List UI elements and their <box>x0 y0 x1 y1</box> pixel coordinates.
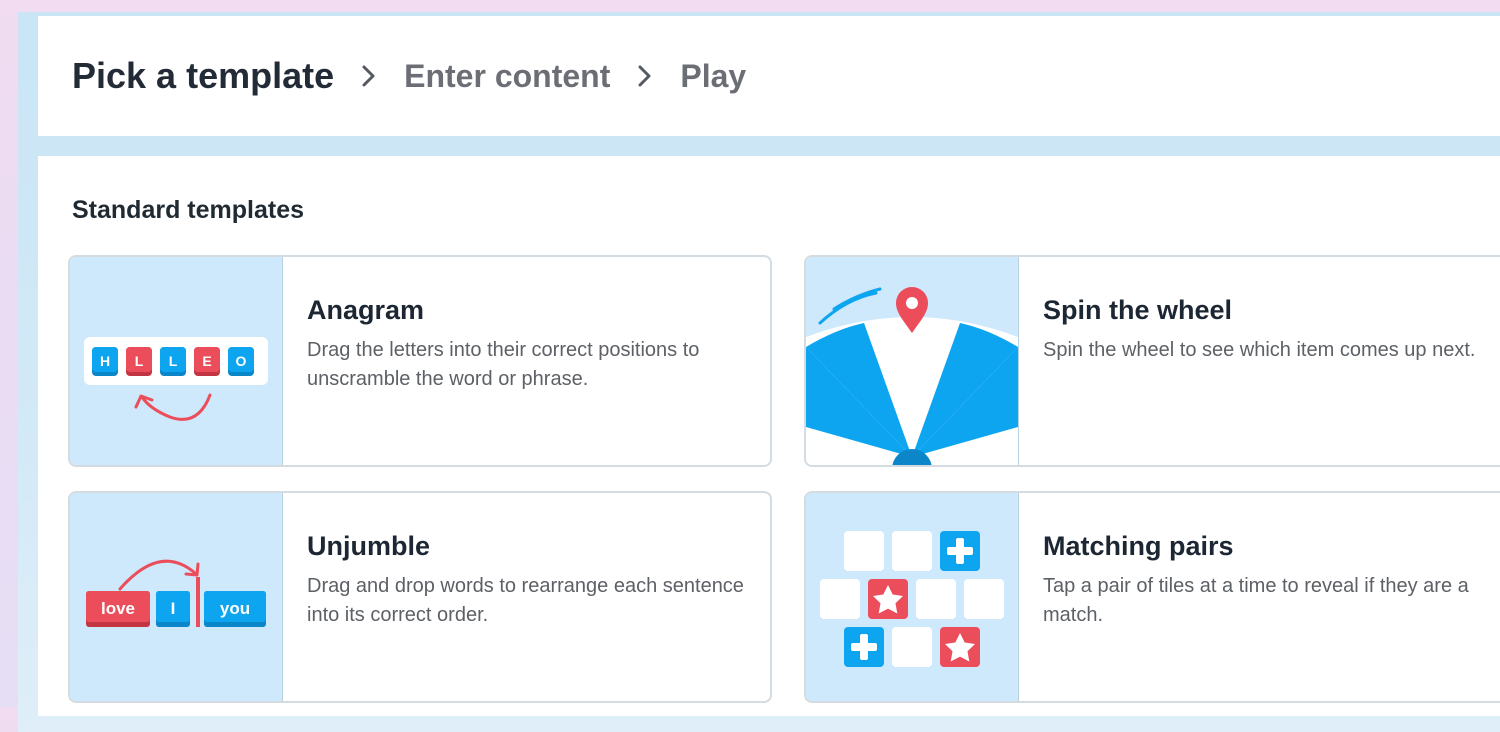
svg-text:love: love <box>101 599 135 618</box>
svg-text:L: L <box>135 353 144 369</box>
plus-tile-icon <box>844 627 884 667</box>
svg-text:I: I <box>171 599 176 618</box>
star-tile-icon <box>940 627 980 667</box>
template-card-anagram[interactable]: H L L E O Anagram Drag the letters into … <box>68 255 772 467</box>
template-description: Drag the letters into their correct posi… <box>307 339 700 390</box>
unjumble-word: love <box>86 591 150 627</box>
template-title: Anagram <box>307 295 425 325</box>
svg-text:L: L <box>169 353 178 369</box>
unjumble-word: I <box>156 591 190 627</box>
anagram-tile: O <box>228 347 254 376</box>
svg-text:E: E <box>202 353 211 369</box>
unjumble-word: you <box>204 591 266 627</box>
anagram-tile: E <box>194 347 220 376</box>
unjumble-illustration: love I you <box>70 493 283 701</box>
wizard-header: Pick a template Enter content Play <box>38 16 1500 136</box>
template-description: Drag and drop words to rearrange each se… <box>307 575 744 626</box>
svg-text:O: O <box>236 353 247 369</box>
template-card-unjumble[interactable]: love I you Unjumble Drag and drop words … <box>68 491 772 703</box>
breadcrumb-step-play: Play <box>680 57 747 94</box>
spin-wheel-illustration <box>806 257 1019 465</box>
chevron-right-icon <box>632 63 658 89</box>
anagram-illustration: H L L E O <box>70 257 283 465</box>
template-card-matching-pairs[interactable]: Matching pairs Tap a pair of tiles at a … <box>804 491 1500 703</box>
breadcrumb: Pick a template Enter content Play <box>72 16 746 136</box>
section-title: Standard templates <box>72 196 305 224</box>
template-title: Spin the wheel <box>1043 295 1233 325</box>
star-tile-icon <box>868 579 908 619</box>
anagram-tile: H <box>92 347 118 376</box>
template-description: Spin the wheel to see which item comes u… <box>1043 339 1476 361</box>
breadcrumb-step-enter-content: Enter content <box>404 57 611 94</box>
template-card-spin-the-wheel[interactable]: Spin the wheel Spin the wheel to see whi… <box>804 255 1500 467</box>
matching-pairs-illustration <box>806 493 1019 701</box>
template-title: Unjumble <box>307 531 431 561</box>
svg-text:H: H <box>100 353 110 369</box>
chevron-right-icon <box>356 63 382 89</box>
breadcrumb-step-pick-template: Pick a template <box>72 55 335 96</box>
anagram-tile: L <box>160 347 186 376</box>
plus-tile-icon <box>940 531 980 571</box>
template-title: Matching pairs <box>1043 531 1234 561</box>
anagram-tile: L <box>126 347 152 376</box>
svg-text:you: you <box>220 599 250 618</box>
templates-panel: Standard templates H L L E O Anagram Dra… <box>38 156 1500 716</box>
template-description: Tap a pair of tiles at a time to reveal … <box>1043 575 1469 626</box>
